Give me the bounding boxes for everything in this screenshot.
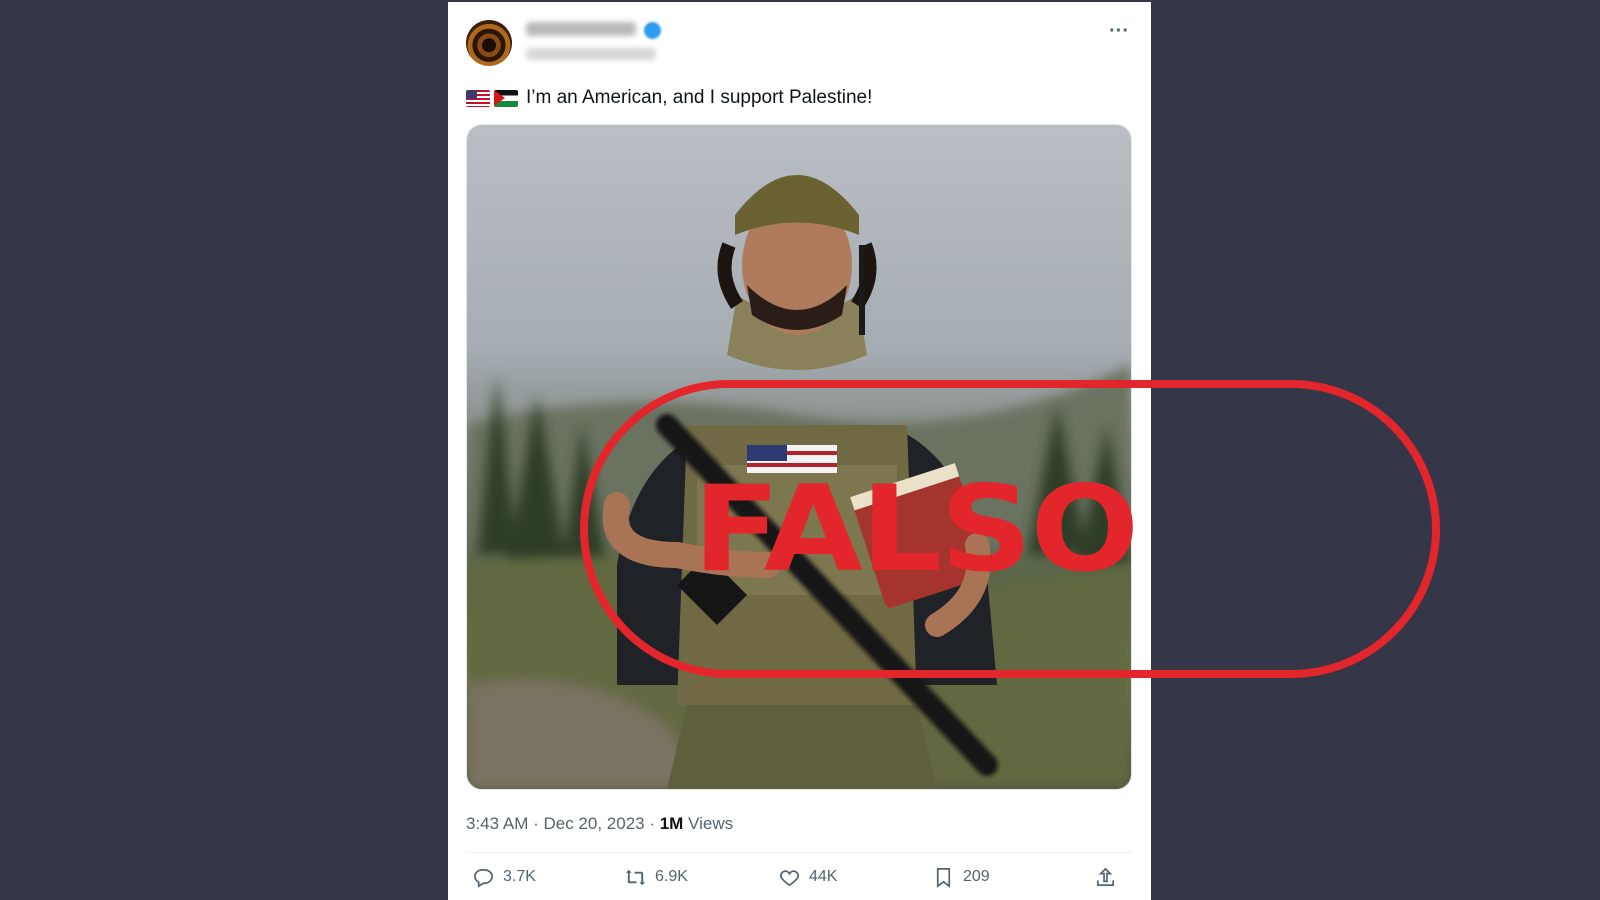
tweet-timestamp[interactable]: 3:43 AM · Dec 20, 2023 · <box>466 814 660 833</box>
author-name-blurred[interactable] <box>526 22 636 36</box>
bookmark-button[interactable]: 209 <box>932 862 990 892</box>
repost-icon <box>625 869 646 885</box>
reply-count: 3.7K <box>503 868 536 885</box>
avatar[interactable] <box>466 20 512 66</box>
share-button[interactable] <box>1094 862 1117 892</box>
repost-button[interactable]: 6.9K <box>624 862 688 892</box>
tweet-text-row: I’m an American, and I support Palestine… <box>466 86 872 110</box>
tweet-image[interactable] <box>466 124 1132 790</box>
heart-icon <box>780 869 799 886</box>
repost-count: 6.9K <box>655 868 688 885</box>
like-button[interactable]: 44K <box>778 862 837 892</box>
views-count: 1M <box>659 814 684 833</box>
views-label: Views <box>683 814 734 833</box>
more-options-icon[interactable]: ··· <box>1104 18 1134 48</box>
tweet-meta: 3:43 AM · Dec 20, 2023 · 1M Views <box>466 814 733 834</box>
action-bar: 3.7K 6.9K 44K 209 <box>466 862 1132 892</box>
flag-us-icon <box>466 89 490 107</box>
tweet-text: I’m an American, and I support Palestine… <box>526 87 873 108</box>
like-count: 44K <box>809 868 838 885</box>
flag-palestine-icon <box>494 89 518 107</box>
bookmark-icon <box>936 867 951 888</box>
share-icon <box>1096 867 1115 886</box>
reply-button[interactable]: 3.7K <box>472 862 536 892</box>
bookmark-count: 209 <box>963 868 990 885</box>
divider <box>466 852 1132 853</box>
reply-icon <box>474 868 493 888</box>
author-handle-blurred[interactable] <box>526 48 656 60</box>
tweet-card: ··· I’m an American, and I support Pales… <box>448 2 1151 900</box>
verified-badge-icon <box>644 22 661 39</box>
